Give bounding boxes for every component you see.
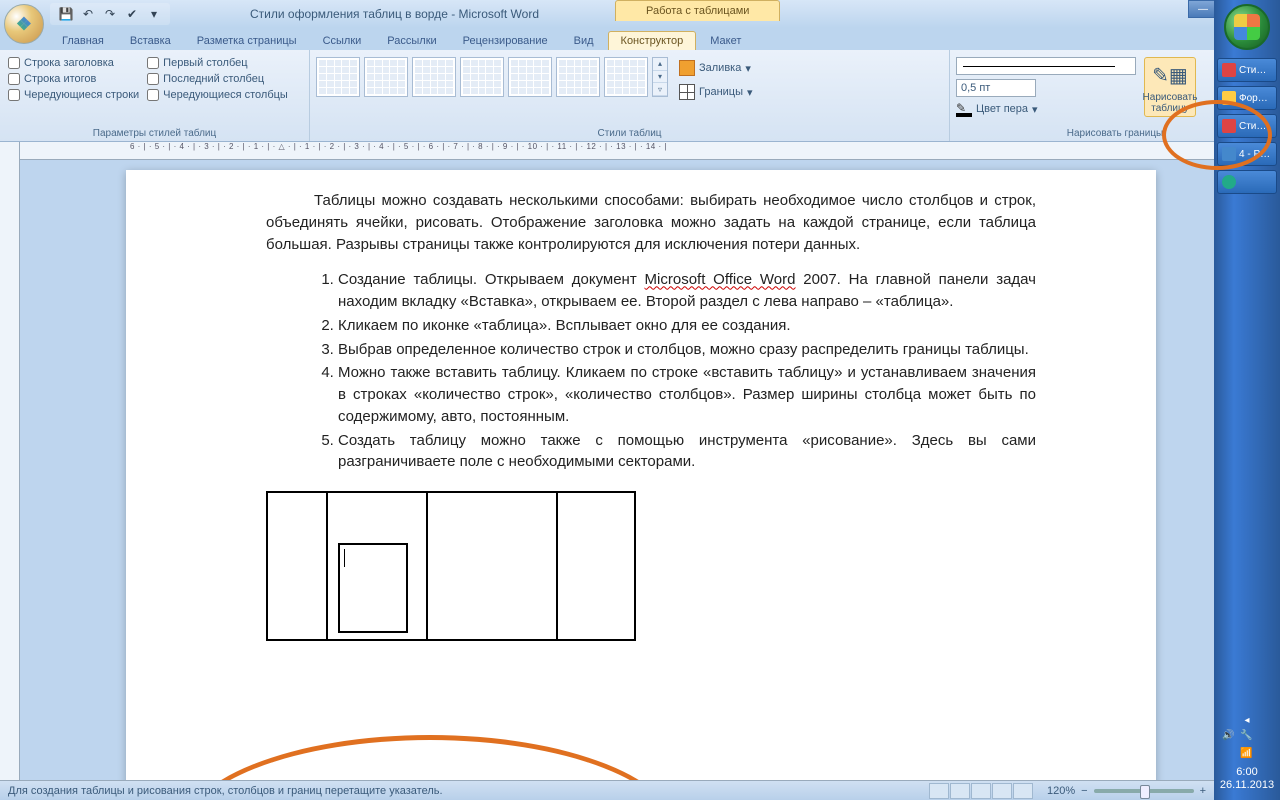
list-item: Можно также вставить таблицу. Кликаем по… [338,362,1036,427]
document-scroll[interactable]: Таблицы можно создавать несколькими спос… [20,160,1262,780]
status-bar: Для создания таблицы и рисования строк, … [0,780,1214,800]
ribbon: Строка заголовка Строка итогов Чередующи… [0,50,1280,142]
taskbar-item[interactable] [1217,170,1277,194]
check-header-row[interactable]: Строка заголовка [8,57,139,69]
save-icon[interactable]: 💾 [58,6,74,22]
text-cursor [344,549,345,567]
group-table-style-options: Строка заголовка Строка итогов Чередующи… [0,50,310,141]
check-last-column[interactable]: Последний столбец [147,73,288,85]
spellcheck-icon[interactable]: ✔ [124,6,140,22]
pen-color-icon [956,101,972,117]
line-style-select[interactable] [956,57,1136,75]
title-bar: ❖ 💾 ↶ ↷ ✔ ▾ Стили оформления таблиц в во… [0,0,1280,28]
tab-home[interactable]: Главная [50,32,116,50]
tray-chevron-icon[interactable]: ◂ [1244,715,1249,726]
tray-icon[interactable]: 🔊 [1222,730,1236,744]
borders-button[interactable]: Границы▾ [674,81,758,103]
check-total-row[interactable]: Строка итогов [8,73,139,85]
taskbar-item[interactable]: Сти… [1217,114,1277,138]
gallery-scroll[interactable]: ▴▾▿ [652,57,668,97]
qat-dropdown-icon[interactable]: ▾ [146,6,162,22]
horizontal-ruler[interactable]: 6 · | · 5 · | · 4 · | · 3 · | · 2 · | · … [20,142,1262,160]
taskbar-item[interactable]: 4 - Р… [1217,142,1277,166]
tray-network-icon[interactable]: 📶 [1240,748,1254,762]
list-item: Создание таблицы. Открываем документ Mic… [338,269,1036,313]
tab-design[interactable]: Конструктор [608,31,697,50]
table-styles-gallery[interactable]: ▴▾▿ [316,53,668,97]
shading-button[interactable]: Заливка▾ [674,57,758,79]
vertical-ruler[interactable] [0,142,20,780]
tab-mailings[interactable]: Рассылки [375,32,448,50]
drawn-table[interactable] [266,491,1036,641]
group-label: Стили таблиц [316,126,943,139]
quick-access-toolbar: 💾 ↶ ↷ ✔ ▾ [50,3,170,25]
taskbar-item[interactable]: Сти… [1217,58,1277,82]
windows-taskbar: Сти… Фор… Сти… 4 - Р… ◂ 🔊 🔧 📶 6:00 26.11.… [1214,0,1280,800]
redo-icon[interactable]: ↷ [102,6,118,22]
zoom-slider[interactable] [1094,789,1194,793]
tab-view[interactable]: Вид [562,32,606,50]
tray-icon[interactable] [1258,730,1272,744]
check-first-column[interactable]: Первый столбец [147,57,288,69]
view-buttons[interactable] [929,783,1033,799]
document-area: 6 · | · 5 · | · 4 · | · 3 · | · 2 · | · … [0,142,1280,780]
style-thumb[interactable] [364,57,408,97]
contextual-tab-label: Работа с таблицами [615,0,780,21]
tray-icon[interactable]: 🔧 [1240,730,1254,744]
zoom-out-icon[interactable]: − [1081,785,1087,797]
style-thumb[interactable] [412,57,456,97]
check-banded-rows[interactable]: Чередующиеся строки [8,89,139,101]
list-item: Кликаем по иконке «таблица». Всплывает о… [338,315,1036,337]
pen-width-select[interactable]: 0,5 пт [956,79,1036,97]
draw-table-button[interactable]: ✎▦ Нарисовать таблицу [1144,57,1196,117]
paragraph: Таблицы можно создавать несколькими спос… [266,190,1036,255]
status-text: Для создания таблицы и рисования строк, … [8,785,443,797]
pen-color-button[interactable]: Цвет пера▾ [956,101,1136,117]
list-item: Выбрав определенное количество строк и с… [338,339,1036,361]
group-label: Параметры стилей таблиц [6,126,303,139]
style-thumb[interactable] [508,57,552,97]
tab-insert[interactable]: Вставка [118,32,183,50]
style-thumb[interactable] [316,57,360,97]
group-table-styles: ▴▾▿ Заливка▾ Границы▾ Стили таблиц [310,50,950,141]
check-banded-columns[interactable]: Чередующиеся столбцы [147,89,288,101]
tab-review[interactable]: Рецензирование [451,32,560,50]
page[interactable]: Таблицы можно создавать несколькими спос… [126,170,1156,780]
taskbar-item[interactable]: Фор… [1217,86,1277,110]
zoom-label[interactable]: 120% [1047,785,1075,797]
start-button[interactable] [1224,4,1270,50]
taskbar-clock[interactable]: 6:00 26.11.2013 [1220,766,1274,792]
tab-page-layout[interactable]: Разметка страницы [185,32,309,50]
zoom-in-icon[interactable]: + [1200,785,1206,797]
undo-icon[interactable]: ↶ [80,6,96,22]
style-thumb[interactable] [460,57,504,97]
pencil-table-icon: ✎▦ [1154,60,1186,92]
tab-references[interactable]: Ссылки [311,32,374,50]
ribbon-tabs: Главная Вставка Разметка страницы Ссылки… [0,28,1280,50]
system-tray[interactable]: ◂ 🔊 🔧 📶 6:00 26.11.2013 [1220,715,1274,796]
office-button[interactable]: ❖ [4,4,44,44]
style-thumb[interactable] [556,57,600,97]
style-thumb[interactable] [604,57,648,97]
tab-layout[interactable]: Макет [698,32,753,50]
list-item: Создать таблицу можно также с помощью ин… [338,430,1036,474]
